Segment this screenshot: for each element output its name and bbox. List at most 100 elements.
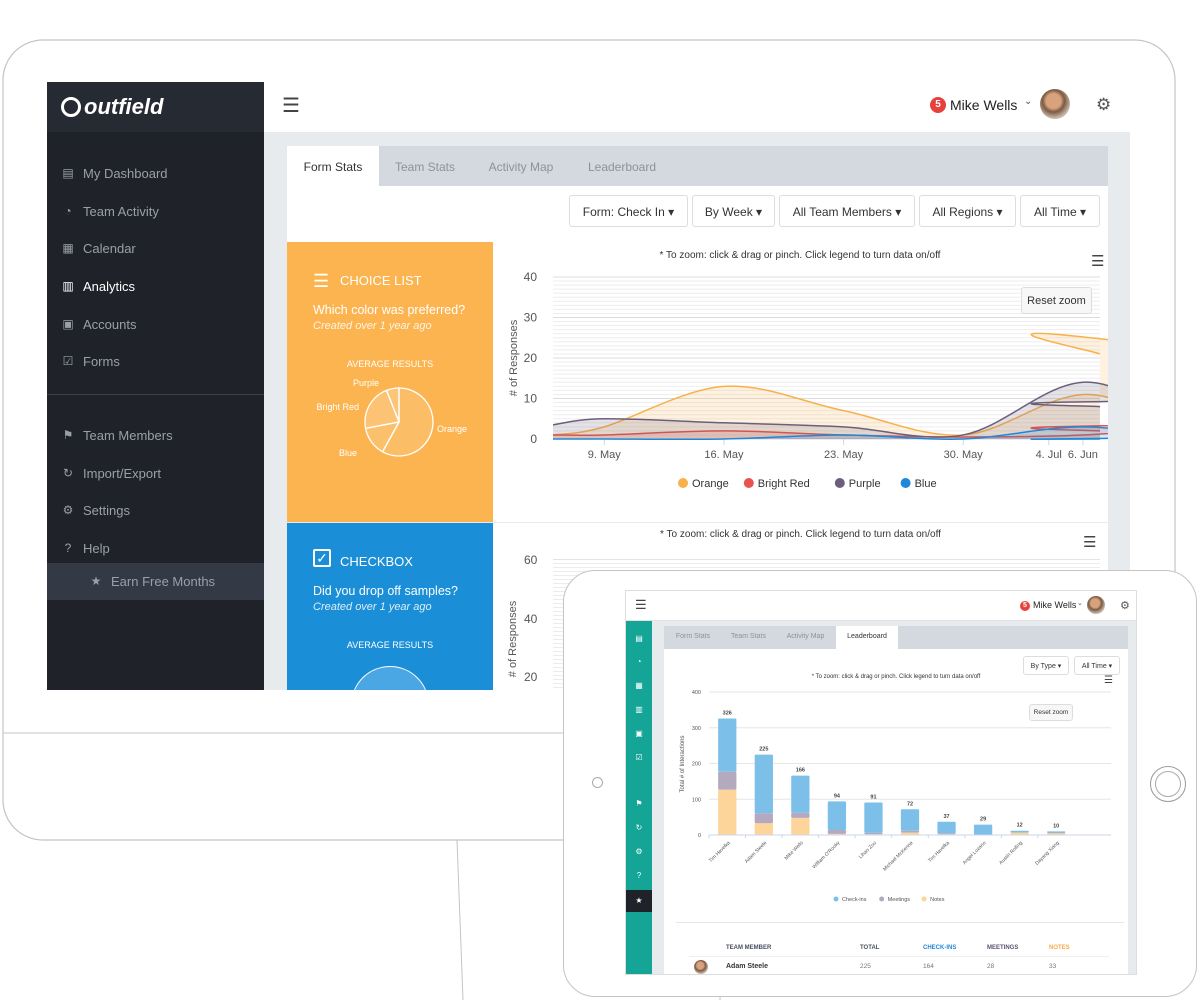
legend-item-orange[interactable]: Orange	[678, 478, 729, 490]
legend-item-purple[interactable]: Purple	[834, 478, 881, 490]
tab-leaderboard[interactable]: Leaderboard	[836, 626, 898, 649]
sidebar-item-forms[interactable]: ☑ Forms	[47, 343, 264, 380]
team-filter-label: All Team Members	[792, 205, 892, 219]
sidebar-item-accounts[interactable]: ▣ Accounts	[47, 306, 264, 343]
legend-item-check-ins[interactable]: Check-ins	[833, 896, 867, 904]
legend-item-meetings[interactable]: Meetings	[879, 896, 910, 904]
col-meetings[interactable]: MEETINGS	[987, 945, 1018, 951]
sidebar-item-label: Help	[83, 541, 110, 556]
form-filter-dropdown[interactable]: Form: Check In ▾	[569, 195, 688, 227]
briefcase-icon[interactable]: ▣	[626, 726, 652, 742]
chart-menu-icon[interactable]: ☰	[1104, 675, 1113, 686]
y-tick: 10	[524, 392, 538, 406]
bar-chart-icon[interactable]: ▥	[626, 702, 652, 718]
legend-item-notes[interactable]: Notes	[921, 896, 945, 904]
question-icon[interactable]: ?	[626, 868, 652, 884]
bar-segment-notes	[754, 823, 773, 835]
tab-leaderboard[interactable]: Leaderboard	[581, 146, 663, 186]
col-total[interactable]: TOTAL	[860, 945, 879, 951]
filter-bar: Form: Check In ▾ By Week ▾ All Team Memb…	[287, 186, 1108, 242]
sidebar-item-my-dashboard[interactable]: ▤ My Dashboard	[47, 155, 264, 192]
col-team-member[interactable]: TEAM MEMBER	[726, 945, 771, 951]
user-name[interactable]: Mike Wells	[1033, 600, 1076, 610]
sidebar: outfield ▤ My Dashboard ◔ Team Activity ▦ Cal…	[47, 82, 264, 690]
col-notes[interactable]: NOTES	[1049, 945, 1070, 951]
sidebar-item-analytics[interactable]: ▥ Analytics	[47, 268, 264, 305]
refresh-icon[interactable]: ↻	[626, 820, 652, 836]
chart-menu-icon[interactable]: ☰	[1083, 533, 1096, 551]
member-name[interactable]: Adam Steele	[726, 963, 768, 970]
user-name[interactable]: Mike Wells	[950, 97, 1017, 113]
top-header: ☰ 5 Mike Wells ⌄ ⚙	[264, 82, 1130, 132]
sidebar-item-earn-free-months[interactable]: ★ Earn Free Months	[47, 563, 264, 600]
legend-marker	[879, 896, 885, 902]
checkbox-card[interactable]: ✓ CHECKBOX Did you drop off samples? Cre…	[287, 523, 493, 690]
bar-chart-icon: ▥	[62, 279, 74, 293]
sidebar-item-team-activity[interactable]: ◔ Team Activity	[47, 193, 264, 230]
tab-activity-map[interactable]: Activity Map	[479, 146, 563, 186]
chart-menu-icon[interactable]: ☰	[1091, 253, 1104, 270]
bar-segment-meetings	[937, 833, 956, 835]
pie-chart: Orange Blue Bright Red Purple	[316, 378, 467, 458]
gear-icon[interactable]: ⚙	[626, 844, 652, 860]
x-tick: Tim Havelka	[708, 840, 732, 864]
gear-icon[interactable]: ⚙	[1096, 95, 1111, 115]
choice-list-card[interactable]: ☰ CHOICE LIST Which color was preferred?…	[287, 242, 493, 522]
region-filter-label: All Regions	[932, 205, 994, 219]
tab-team-stats[interactable]: Team Stats	[721, 626, 776, 649]
speedometer-icon[interactable]: ◔	[626, 654, 652, 670]
interactions-bar-chart[interactable]: * To zoom: click & drag or pinch. Click …	[664, 649, 1128, 909]
calendar-icon[interactable]: ▦	[626, 678, 652, 694]
x-tick: Michael McKenna	[882, 840, 914, 872]
chevron-down-icon[interactable]: ⌄	[1077, 599, 1083, 607]
hamburger-menu-icon[interactable]: ☰	[282, 93, 300, 118]
chevron-down-icon[interactable]: ⌄	[1024, 96, 1032, 107]
col-check-ins[interactable]: CHECK-INS	[923, 945, 956, 951]
table-row[interactable]: Adam Steele 225 164 28 33	[689, 959, 1109, 974]
dashboard-icon[interactable]: ▤	[626, 631, 652, 647]
team-filter-dropdown[interactable]: All Team Members ▾	[779, 195, 915, 227]
y-tick: 0	[530, 432, 537, 446]
reset-zoom-button[interactable]: Reset zoom	[1021, 287, 1092, 314]
responses-area-chart[interactable]: * To zoom: click & drag or pinch. Click …	[493, 242, 1130, 522]
tab-form-stats[interactable]: Form Stats	[287, 146, 379, 186]
gear-icon[interactable]: ⚙	[1120, 599, 1130, 612]
checkbox-icon: ☑	[62, 354, 74, 368]
sidebar-item-import-export[interactable]: ↻ Import/Export	[47, 455, 264, 492]
logo[interactable]: outfield	[47, 82, 264, 132]
meetings-value: 28	[987, 963, 995, 970]
data-label: 326	[723, 710, 732, 716]
reset-zoom-button[interactable]: Reset zoom	[1029, 704, 1073, 721]
logo-text: outfield	[84, 94, 164, 119]
notification-badge[interactable]: 5	[1020, 601, 1030, 611]
data-label: 72	[907, 801, 913, 807]
star-icon[interactable]: ★	[626, 890, 652, 912]
notification-badge[interactable]: 5	[930, 97, 946, 113]
sidebar-item-team-members[interactable]: ⚑ Team Members	[47, 417, 264, 454]
time-filter-dropdown[interactable]: All Time ▾	[1020, 195, 1100, 227]
data-label: 37	[943, 814, 949, 820]
period-filter-dropdown[interactable]: By Week ▾	[692, 195, 775, 227]
legend-item-blue[interactable]: Blue	[900, 478, 937, 490]
flag-icon[interactable]: ⚑	[626, 796, 652, 812]
form-filter-label: Form: Check In	[582, 205, 665, 219]
tab-form-stats[interactable]: Form Stats	[668, 626, 718, 649]
region-filter-dropdown[interactable]: All Regions ▾	[919, 195, 1016, 227]
sidebar-item-label: Import/Export	[83, 466, 162, 481]
sidebar-item-settings[interactable]: ⚙ Settings	[47, 492, 264, 529]
legend-label: Bright Red	[758, 478, 810, 490]
tablet-home-button[interactable]	[1150, 766, 1186, 802]
tab-activity-map[interactable]: Activity Map	[778, 626, 833, 649]
hamburger-menu-icon[interactable]: ☰	[635, 597, 647, 613]
sidebar-item-help[interactable]: ? Help	[47, 530, 264, 567]
notes-value: 33	[1049, 963, 1057, 970]
bar-segment-check-ins	[937, 821, 956, 834]
average-results-label: AVERAGE RESULTS	[346, 359, 434, 369]
legend-item-bright-red[interactable]: Bright Red	[743, 478, 810, 490]
avatar[interactable]	[1040, 89, 1070, 119]
sidebar-divider	[47, 394, 264, 395]
sidebar-item-calendar[interactable]: ▦ Calendar	[47, 230, 264, 267]
checkbox-icon[interactable]: ☑	[626, 750, 652, 766]
avatar[interactable]	[1087, 596, 1105, 614]
tab-team-stats[interactable]: Team Stats	[387, 146, 463, 186]
